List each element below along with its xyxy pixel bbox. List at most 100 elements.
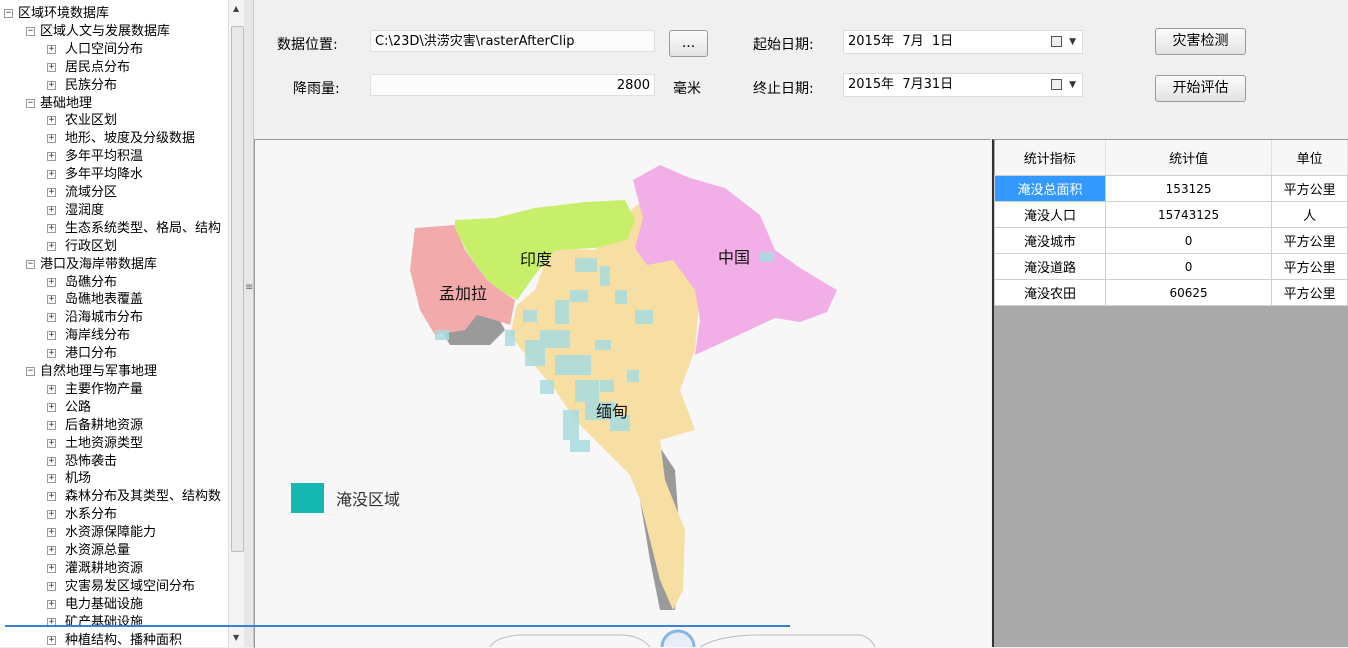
table-row[interactable]: 淹没人口 15743125 人	[994, 201, 1348, 228]
map-view[interactable]: 印度 中国 孟加拉 缅甸 淹没区域	[254, 139, 991, 648]
flood-block	[570, 440, 590, 452]
calendar-icon[interactable]	[1051, 79, 1062, 90]
column-header-value[interactable]: 统计值	[1105, 140, 1273, 176]
scroll-up-arrow-icon[interactable]: ▲	[233, 4, 239, 13]
collapse-icon[interactable]: −	[4, 9, 13, 18]
tree-node-label: 港口分布	[65, 346, 118, 362]
expand-icon[interactable]: +	[47, 420, 56, 430]
expand-icon[interactable]: +	[47, 510, 56, 520]
tree-node-label: 港口及海岸带数据库	[40, 256, 158, 272]
tree-node-label: 行政区划	[65, 238, 118, 254]
disaster-detect-button[interactable]: 灾害检测	[1155, 28, 1246, 55]
end-date-picker[interactable]: 2015年 7月31日 ▼	[843, 73, 1083, 97]
indicator-cell[interactable]: 淹没总面积	[994, 175, 1106, 202]
table-row[interactable]: 淹没农田 60625 平方公里	[994, 279, 1348, 306]
expand-icon[interactable]: +	[47, 44, 56, 54]
expand-icon[interactable]: +	[47, 492, 56, 502]
calendar-icon[interactable]	[1051, 36, 1062, 47]
tree-node-label: 海岸线分布	[65, 328, 131, 344]
table-row[interactable]: 淹没城市 0 平方公里	[994, 227, 1348, 254]
bottom-scroll-bar[interactable]	[0, 623, 1348, 647]
unit-cell[interactable]: 人	[1271, 201, 1348, 228]
expand-icon[interactable]: +	[47, 188, 56, 197]
indicator-cell[interactable]: 淹没人口	[994, 201, 1106, 228]
expand-icon[interactable]: +	[47, 277, 56, 287]
start-orb-icon[interactable]	[660, 629, 696, 647]
data-location-input[interactable]: C:\23D\洪涝灾害\rasterAfterClip	[370, 30, 655, 52]
expand-icon[interactable]: +	[47, 62, 56, 72]
indicator-cell[interactable]: 淹没道路	[994, 253, 1106, 280]
chevron-down-icon[interactable]: ▼	[1069, 74, 1076, 96]
layer-tree[interactable]: − 区域环境数据库 − 区域人文与发展数据库 + 人口空间分布 + 居民点分布 + 民族分布 − 基础…	[0, 0, 228, 647]
unit-cell[interactable]: 平方公里	[1271, 253, 1348, 280]
start-assess-button[interactable]: 开始评估	[1155, 75, 1246, 102]
expand-icon[interactable]: +	[47, 402, 56, 412]
table-row[interactable]: 淹没总面积 153125 平方公里	[994, 175, 1348, 202]
tree-node-label: 生态系统类型、格局、结构	[65, 220, 222, 236]
table-row[interactable]: 淹没道路 0 平方公里	[994, 253, 1348, 280]
indicator-cell[interactable]: 淹没城市	[994, 227, 1106, 254]
unit-cell[interactable]: 平方公里	[1271, 175, 1348, 202]
tree-node-label: 公路	[65, 399, 92, 415]
expand-icon[interactable]: +	[47, 223, 56, 233]
indicator-cell[interactable]: 淹没农田	[994, 279, 1106, 306]
tree-node-label: 地形、坡度及分级数据	[65, 131, 196, 147]
expand-icon[interactable]: +	[47, 438, 56, 448]
collapse-icon[interactable]: −	[26, 26, 35, 36]
tree-node-label: 流域分区	[65, 185, 118, 200]
statistics-grid[interactable]: 统计指标 统计值 单位 淹没总面积 153125 平方公里 淹没人口 15743125 人…	[992, 139, 1348, 647]
expand-icon[interactable]: +	[47, 563, 56, 573]
expand-icon[interactable]: +	[47, 295, 56, 305]
splitter-grip-icon[interactable]: ≡	[245, 282, 253, 293]
browse-button[interactable]: ...	[669, 30, 708, 57]
statistics-table: 统计指标 统计值 单位 淹没总面积 153125 平方公里 淹没人口 15743125 人…	[994, 140, 1348, 306]
expand-icon[interactable]: +	[47, 116, 56, 126]
expand-icon[interactable]: +	[47, 599, 56, 609]
start-date-picker[interactable]: 2015年 7月 1日 ▼	[843, 30, 1083, 54]
column-header-unit[interactable]: 单位	[1271, 140, 1348, 176]
value-cell[interactable]: 0	[1104, 227, 1273, 254]
expand-icon[interactable]: +	[47, 80, 56, 90]
tree-node-label: 多年平均积温	[65, 149, 144, 165]
expand-icon[interactable]: +	[47, 528, 56, 538]
tree-node-label: 主要作物产量	[65, 381, 144, 397]
expand-icon[interactable]: +	[47, 456, 56, 466]
flood-block	[540, 380, 554, 394]
expand-icon[interactable]: +	[47, 349, 56, 359]
expand-icon[interactable]: +	[47, 313, 56, 323]
tree-node-label: 多年平均降水	[65, 167, 144, 183]
expand-icon[interactable]: +	[47, 331, 56, 341]
collapse-icon[interactable]: −	[26, 98, 35, 108]
value-cell[interactable]: 153125	[1104, 175, 1273, 202]
expand-icon[interactable]: +	[47, 241, 56, 251]
tree-node-label: 恐怖袭击	[65, 453, 118, 469]
tree-node-label: 土地资源类型	[65, 435, 144, 451]
expand-icon[interactable]: +	[47, 205, 56, 215]
scrollbar-thumb[interactable]	[231, 26, 244, 552]
value-cell[interactable]: 15743125	[1104, 201, 1273, 228]
expand-icon[interactable]: +	[47, 546, 56, 555]
tree-node-label: 电力基础设施	[65, 596, 144, 612]
expand-icon[interactable]: +	[47, 134, 56, 144]
value-cell[interactable]: 0	[1104, 253, 1273, 280]
expand-icon[interactable]: +	[47, 581, 56, 591]
tree-node-label: 水系分布	[65, 507, 118, 523]
unit-cell[interactable]: 平方公里	[1271, 227, 1348, 254]
collapse-icon[interactable]: −	[26, 259, 35, 269]
rainfall-input[interactable]: 2800	[370, 74, 655, 96]
flood-block	[525, 340, 545, 366]
chevron-down-icon[interactable]: ▼	[1069, 31, 1076, 53]
collapse-icon[interactable]: −	[26, 367, 35, 376]
column-header-indicator[interactable]: 统计指标	[994, 140, 1106, 176]
expand-icon[interactable]: +	[47, 170, 56, 180]
unit-cell[interactable]: 平方公里	[1271, 279, 1348, 306]
value-cell[interactable]: 60625	[1104, 279, 1273, 306]
expand-icon[interactable]: +	[47, 152, 56, 162]
flood-block	[760, 252, 774, 262]
tree-node-label: 水资源总量	[65, 543, 131, 558]
expand-icon[interactable]: +	[47, 384, 56, 394]
tree-vertical-scrollbar[interactable]: ▲ ▼	[228, 0, 245, 647]
tree-node-label: 岛礁分布	[65, 274, 118, 290]
expand-icon[interactable]: +	[47, 474, 56, 484]
panel-splitter[interactable]: ≡	[244, 0, 254, 647]
